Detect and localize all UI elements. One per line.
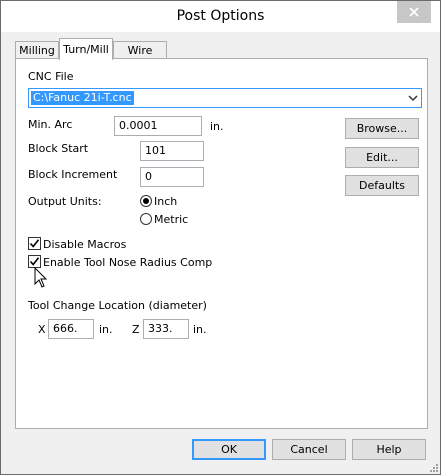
- cnc-file-value: C:\Fanuc 21i-T.cnc: [31, 91, 134, 105]
- disable-macros-label: Disable Macros: [43, 238, 127, 251]
- close-button[interactable]: [397, 1, 431, 23]
- resize-grip-icon[interactable]: [428, 462, 438, 472]
- title-bar: Post Options: [1, 1, 440, 32]
- tab-wire-edm[interactable]: Wire EDM: [113, 41, 167, 75]
- browse-button[interactable]: Browse...: [345, 118, 419, 139]
- cancel-button[interactable]: Cancel: [272, 439, 346, 460]
- block-start-label: Block Start: [28, 142, 89, 155]
- help-button[interactable]: Help: [352, 439, 426, 460]
- block-start-input[interactable]: 101: [140, 141, 204, 161]
- tool-change-z-label: Z: [132, 323, 140, 336]
- tool-change-x-input[interactable]: 666.: [48, 319, 94, 339]
- dialog-footer: OK Cancel Help: [1, 431, 440, 474]
- cnc-file-select[interactable]: C:\Fanuc 21i-T.cnc: [28, 88, 422, 108]
- block-increment-label: Block Increment: [28, 168, 118, 181]
- chevron-down-icon: [408, 95, 418, 102]
- close-icon: [409, 7, 419, 17]
- tool-change-x-label: X: [38, 323, 46, 336]
- min-arc-unit: in.: [210, 120, 224, 133]
- metric-radio[interactable]: [140, 213, 152, 225]
- block-increment-input[interactable]: 0: [140, 167, 204, 187]
- inch-radio[interactable]: [140, 195, 152, 207]
- ok-button[interactable]: OK: [192, 439, 266, 460]
- checkmark-icon: [29, 239, 40, 248]
- tab-turn-mill[interactable]: Turn/Mill: [59, 38, 113, 60]
- checkmark-icon: [29, 257, 40, 266]
- defaults-button[interactable]: Defaults: [345, 175, 419, 196]
- metric-radio-label: Metric: [154, 213, 189, 226]
- disable-macros-checkbox[interactable]: [28, 237, 41, 250]
- cnc-file-label: CNC File: [28, 70, 74, 83]
- tab-milling[interactable]: Milling: [15, 41, 59, 59]
- edit-button[interactable]: Edit...: [345, 147, 419, 168]
- tool-change-z-unit: in.: [193, 323, 207, 336]
- tool-change-label: Tool Change Location (diameter): [28, 299, 207, 312]
- post-options-dialog: Post Options Milling Turn/Mill Wire EDM …: [0, 0, 441, 475]
- min-arc-input[interactable]: 0.0001: [114, 116, 202, 136]
- inch-radio-label: Inch: [154, 195, 178, 208]
- tool-change-x-unit: in.: [99, 323, 113, 336]
- tool-change-z-input[interactable]: 333.: [143, 319, 189, 339]
- output-units-label: Output Units:: [28, 195, 102, 208]
- min-arc-label: Min. Arc: [28, 118, 73, 131]
- dialog-title: Post Options: [176, 8, 265, 24]
- enable-tnrc-label: Enable Tool Nose Radius Comp: [43, 256, 213, 269]
- mouse-pointer-icon: [34, 267, 48, 288]
- tab-milling-label: Milling: [19, 44, 55, 57]
- tab-turn-mill-label: Turn/Mill: [63, 43, 109, 56]
